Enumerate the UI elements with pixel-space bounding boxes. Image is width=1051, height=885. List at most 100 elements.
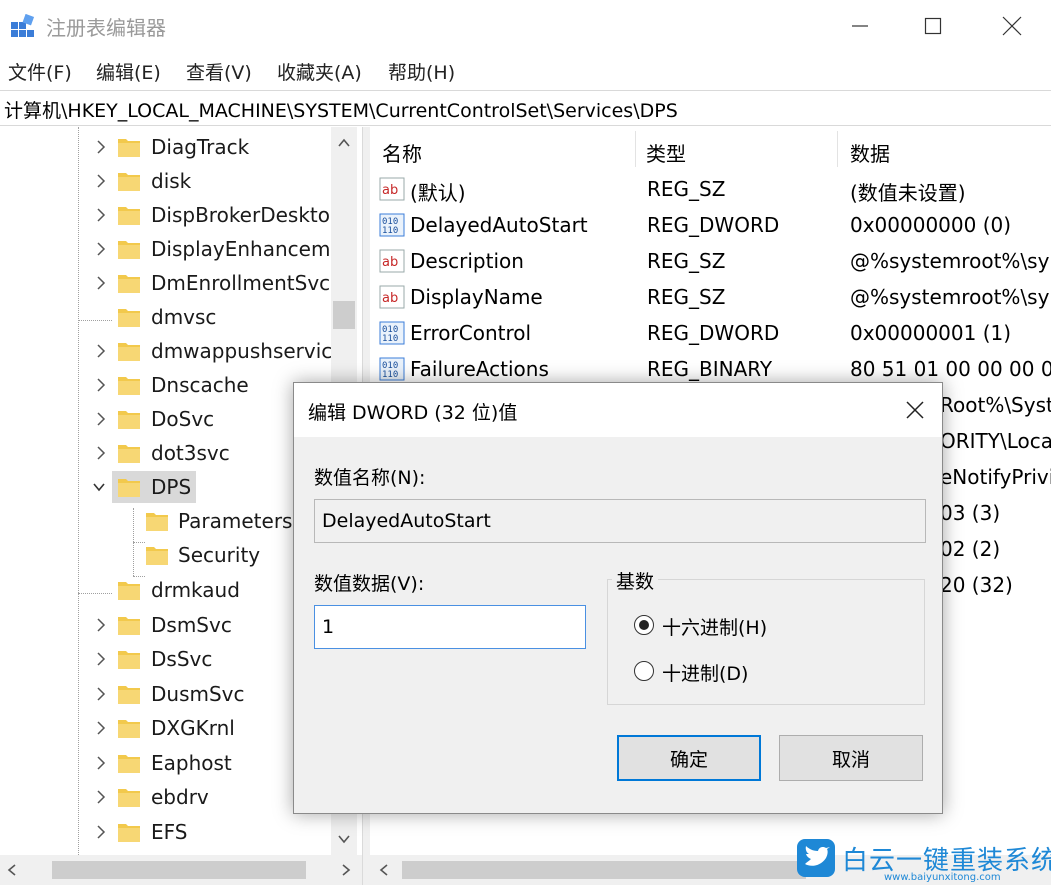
scroll-up-icon[interactable] — [337, 137, 351, 149]
tree-item-diagtrack[interactable]: DiagTrack — [0, 130, 330, 164]
chevron-right-icon[interactable] — [94, 718, 108, 738]
ok-button[interactable]: 确定 — [617, 735, 761, 781]
chevron-right-icon[interactable] — [94, 615, 108, 635]
menu-favorites[interactable]: 收藏夹(A) — [277, 58, 362, 85]
value-data-input[interactable]: 1 — [314, 605, 586, 649]
chevron-right-icon[interactable] — [94, 137, 108, 157]
list-header: 名称 类型 数据 — [370, 127, 1051, 171]
value-name: DelayedAutoStart — [410, 213, 588, 237]
chevron-right-icon[interactable] — [94, 273, 108, 293]
radio-decimal[interactable]: 十进制(D) — [634, 658, 834, 686]
value-data: 80 51 01 00 00 00 00 — [850, 357, 1051, 381]
scroll-right-icon[interactable] — [340, 863, 352, 877]
list-row-description[interactable]: ab Description REG_SZ @%systemroot%\sy — [370, 243, 1051, 279]
tree-item-dmwappushservice[interactable]: dmwappushservice — [0, 334, 345, 368]
tree-horizontal-scrollbar[interactable] — [0, 855, 362, 885]
folder-icon — [118, 139, 140, 157]
radio-button[interactable] — [634, 661, 654, 681]
tree-item-label: DPS — [151, 475, 192, 499]
scroll-left-icon[interactable] — [6, 863, 18, 877]
list-row-default[interactable]: ab (默认) REG_SZ (数值未设置) — [370, 171, 1051, 207]
tree-item-efs[interactable]: EFS — [0, 815, 330, 849]
column-divider[interactable] — [837, 131, 838, 167]
radio-button[interactable] — [634, 615, 654, 635]
chevron-right-icon[interactable] — [94, 649, 108, 669]
folder-icon — [118, 343, 140, 361]
tree-item-dot3svc[interactable]: dot3svc — [0, 436, 330, 470]
folder-icon — [118, 720, 140, 738]
menu-file[interactable]: 文件(F) — [8, 58, 72, 85]
value-type: REG_DWORD — [647, 321, 780, 345]
cancel-button[interactable]: 取消 — [779, 735, 923, 781]
value-data: @%systemroot%\sy — [850, 285, 1050, 309]
tree-item-dxgkrnl[interactable]: DXGKrnl — [0, 711, 330, 745]
list-row-delayedautostart[interactable]: 010 110 DelayedAutoStart REG_DWORD 0x0000… — [370, 207, 1051, 243]
column-header-name[interactable]: 名称 — [382, 138, 422, 167]
address-path: 计算机\HKEY_LOCAL_MACHINE\SYSTEM\CurrentCon… — [4, 100, 678, 122]
tree-item-disk[interactable]: disk — [0, 164, 330, 198]
folder-open-icon — [118, 479, 140, 497]
tree-item-ebdrv[interactable]: ebdrv — [0, 780, 330, 814]
value-name-field: DelayedAutoStart — [314, 499, 926, 543]
tree-item-dps[interactable]: DPS — [0, 470, 330, 504]
tree-item-drmkaud[interactable]: drmkaud — [0, 573, 330, 607]
radio-hexadecimal[interactable]: 十六进制(H) — [634, 612, 834, 640]
tree-item-security[interactable]: Security — [0, 538, 330, 572]
tree-item-dsmsvc[interactable]: DsmSvc — [0, 608, 330, 642]
list-row-displayname[interactable]: ab DisplayName REG_SZ @%systemroot%\sy — [370, 279, 1051, 315]
chevron-right-icon[interactable] — [94, 341, 108, 361]
address-bar[interactable]: 计算机\HKEY_LOCAL_MACHINE\SYSTEM\CurrentCon… — [0, 90, 1051, 126]
chevron-right-icon[interactable] — [94, 787, 108, 807]
chevron-right-icon[interactable] — [94, 239, 108, 259]
scroll-down-icon[interactable] — [337, 833, 351, 845]
scroll-left-icon[interactable] — [378, 863, 390, 877]
value-type: REG_BINARY — [647, 357, 773, 381]
tree-item-dmvsc[interactable]: dmvsc — [0, 300, 330, 334]
value-data-label: 数值数据(V): — [314, 573, 425, 595]
chevron-down-icon[interactable] — [92, 477, 106, 497]
column-divider[interactable] — [635, 131, 636, 167]
menu-view[interactable]: 查看(V) — [186, 58, 252, 85]
chevron-right-icon[interactable] — [94, 443, 108, 463]
folder-icon — [118, 445, 140, 463]
chevron-right-icon[interactable] — [94, 684, 108, 704]
maximize-button[interactable] — [893, 0, 973, 52]
svg-text:110: 110 — [382, 334, 398, 344]
tree-item-dusmsvc[interactable]: DusmSvc — [0, 677, 330, 711]
menu-edit[interactable]: 编辑(E) — [96, 58, 161, 85]
tree-item-dnscache[interactable]: Dnscache — [0, 368, 330, 402]
tree-item-displayenhancement[interactable]: DisplayEnhanceme — [0, 232, 343, 266]
tree-item-eaphost[interactable]: Eaphost — [0, 746, 330, 780]
list-hscroll-thumb[interactable] — [402, 861, 806, 879]
tree-item-dssvc[interactable]: DsSvc — [0, 642, 330, 676]
chevron-right-icon[interactable] — [94, 409, 108, 429]
tree-item-label: Eaphost — [151, 751, 232, 775]
tree-item-dosvc[interactable]: DoSvc — [0, 402, 330, 436]
chevron-right-icon[interactable] — [94, 205, 108, 225]
string-value-icon: ab — [379, 285, 405, 309]
minimize-button[interactable] — [820, 0, 900, 52]
folder-icon — [146, 513, 168, 531]
tree-scroll-thumb[interactable] — [333, 301, 355, 329]
tree-item-parameters[interactable]: Parameters — [0, 504, 330, 538]
value-data: @%systemroot%\sy — [850, 249, 1050, 273]
close-icon — [1002, 16, 1022, 36]
tree-item-dmenrollmentsvc[interactable]: DmEnrollmentSvc — [0, 266, 330, 300]
tree-item-dispbroker[interactable]: DispBrokerDeskto — [0, 198, 330, 232]
folder-icon — [118, 755, 140, 773]
chevron-right-icon[interactable] — [94, 375, 108, 395]
base-label: 基数 — [612, 567, 659, 594]
close-window-button[interactable] — [972, 0, 1051, 52]
chevron-right-icon[interactable] — [94, 822, 108, 842]
menu-help[interactable]: 帮助(H) — [388, 58, 455, 85]
value-name: DisplayName — [410, 285, 543, 309]
column-header-type[interactable]: 类型 — [646, 138, 686, 167]
value-name: FailureActions — [410, 357, 549, 381]
column-header-data[interactable]: 数据 — [850, 138, 890, 167]
list-row-errorcontrol[interactable]: 010 110 ErrorControl REG_DWORD 0x00000001… — [370, 315, 1051, 351]
tree-hscroll-thumb[interactable] — [52, 861, 306, 879]
value-data: 02 (2) — [940, 537, 1001, 561]
dialog-close-button[interactable] — [900, 395, 930, 425]
chevron-right-icon[interactable] — [94, 753, 108, 773]
chevron-right-icon[interactable] — [94, 171, 108, 191]
